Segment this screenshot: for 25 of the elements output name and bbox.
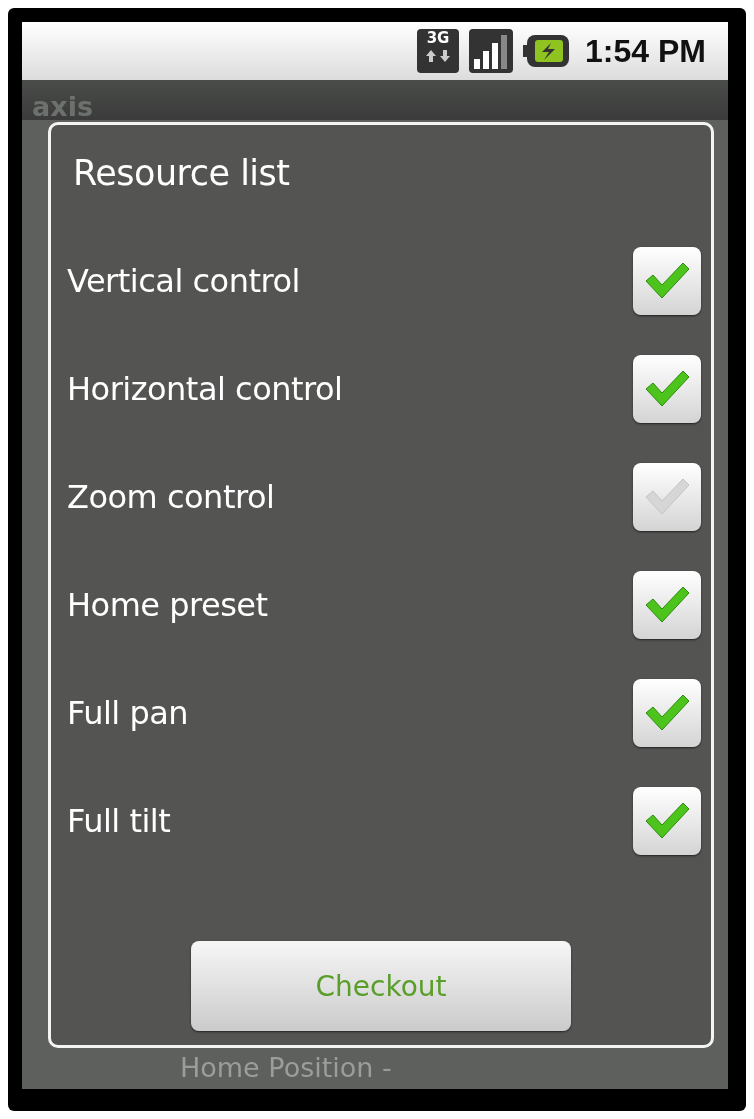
dialog-title: Resource list bbox=[72, 152, 291, 195]
resource-label: Full tilt bbox=[67, 802, 171, 840]
resource-label: Zoom control bbox=[67, 478, 275, 516]
check-icon bbox=[643, 693, 691, 733]
resource-label: Home preset bbox=[67, 586, 268, 624]
check-icon bbox=[643, 801, 691, 841]
resource-label: Full pan bbox=[67, 694, 189, 732]
resource-label: Horizontal control bbox=[67, 370, 343, 408]
check-icon bbox=[643, 369, 691, 409]
check-icon bbox=[643, 261, 691, 301]
checkbox[interactable] bbox=[633, 571, 701, 639]
checkbox[interactable] bbox=[633, 463, 701, 531]
checkbox[interactable] bbox=[633, 787, 701, 855]
checkout-button[interactable]: Checkout bbox=[191, 941, 571, 1031]
check-icon bbox=[643, 585, 691, 625]
check-icon bbox=[643, 477, 691, 517]
home-position-text: Home Position - bbox=[180, 1052, 393, 1083]
battery-icon bbox=[523, 35, 570, 67]
status-time: 1:54 PM bbox=[585, 32, 706, 70]
resource-label: Vertical control bbox=[67, 262, 300, 300]
checkbox[interactable] bbox=[633, 355, 701, 423]
checkbox[interactable] bbox=[633, 679, 701, 747]
signal-icon bbox=[469, 29, 514, 73]
checkbox[interactable] bbox=[633, 247, 701, 315]
network-type-icon: 3G bbox=[417, 29, 460, 73]
